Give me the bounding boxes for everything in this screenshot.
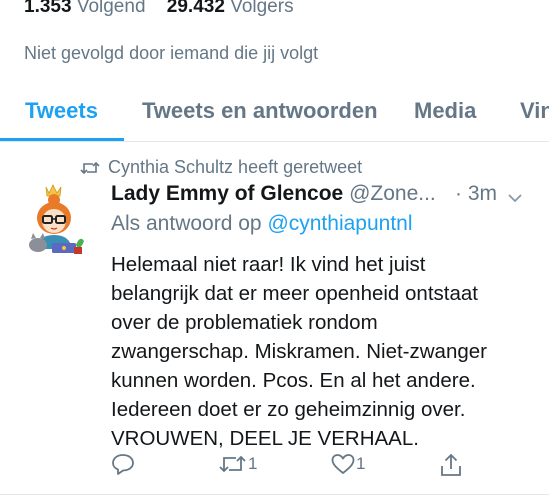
tweet-actions: 1 1 <box>0 452 549 482</box>
tweet-text-line: belangrijk dat er meer openheid ontstaat <box>111 282 478 305</box>
reply-to-handle-link[interactable]: @cynthiapuntnl <box>267 212 412 235</box>
retweet-icon <box>218 452 248 476</box>
tweet-text-line: Iedereen doet er zo geheimzinnig over. <box>111 398 466 421</box>
follow-stats: 1.353 Volgend 29.432 Volgers <box>24 0 310 18</box>
tweet-text-line: Helemaal niet raar! Ik vind het juist <box>111 253 426 276</box>
retweet-icon <box>80 160 100 181</box>
tab-media[interactable]: Media <box>414 98 476 124</box>
tab-tweets[interactable]: Tweets <box>25 98 98 124</box>
retweeted-by-text[interactable]: Cynthia Schultz heeft geretweet <box>108 157 362 177</box>
profile-tabs: Tweets Tweets en antwoorden Media Vin <box>0 90 549 142</box>
following-count[interactable]: 1.353 <box>24 0 72 17</box>
share-icon <box>438 452 464 478</box>
reply-prefix: Als antwoord op <box>111 212 262 235</box>
not-followed-notice: Niet gevolgd door iemand die jij volgt <box>24 43 319 63</box>
user-handle[interactable]: @Zone... <box>349 182 436 205</box>
active-tab-indicator <box>0 138 124 141</box>
retweet-count: 1 <box>248 454 258 473</box>
avatar[interactable] <box>22 181 90 263</box>
tweet-text-line: VROUWEN, DEEL JE VERHAAL. <box>111 427 419 450</box>
retweet-button[interactable]: 1 <box>218 452 257 476</box>
chevron-down-icon[interactable] <box>507 186 523 210</box>
display-name[interactable]: Lady Emmy of Glencoe <box>111 182 343 205</box>
tweet-text-line: zwangerschap. Miskramen. Niet-zwanger <box>111 340 487 363</box>
like-button[interactable]: 1 <box>330 452 365 476</box>
tweet-divider <box>0 494 549 495</box>
tab-tweets-and-replies[interactable]: Tweets en antwoorden <box>142 98 378 124</box>
tweet-text-line: kunnen worden. Pcos. En al het andere. <box>111 369 476 392</box>
reply-context: Als antwoord op @cynthiapuntnl <box>111 212 413 236</box>
tweet-timestamp[interactable]: · 3m <box>455 182 497 206</box>
like-count: 1 <box>356 454 366 473</box>
reply-button[interactable] <box>110 452 136 476</box>
followers-count[interactable]: 29.432 <box>167 0 225 17</box>
retweet-context: Cynthia Schultz heeft geretweet <box>80 157 362 181</box>
heart-icon <box>330 452 356 476</box>
profile-page: 1.353 Volgend 29.432 Volgers Niet gevolg… <box>0 0 549 500</box>
reply-icon <box>110 452 136 476</box>
tweet-header: Lady Emmy of Glencoe @Zone... · 3m <box>111 182 522 206</box>
following-label[interactable]: Volgend <box>77 0 146 17</box>
tab-likes[interactable]: Vin <box>520 98 549 124</box>
followers-label[interactable]: Volgers <box>230 0 293 17</box>
share-button[interactable] <box>438 452 464 478</box>
tweet-text-line: over de problematiek rondom <box>111 311 378 334</box>
tweet-text: Helemaal niet raar! Ik vind het juist be… <box>111 250 541 453</box>
